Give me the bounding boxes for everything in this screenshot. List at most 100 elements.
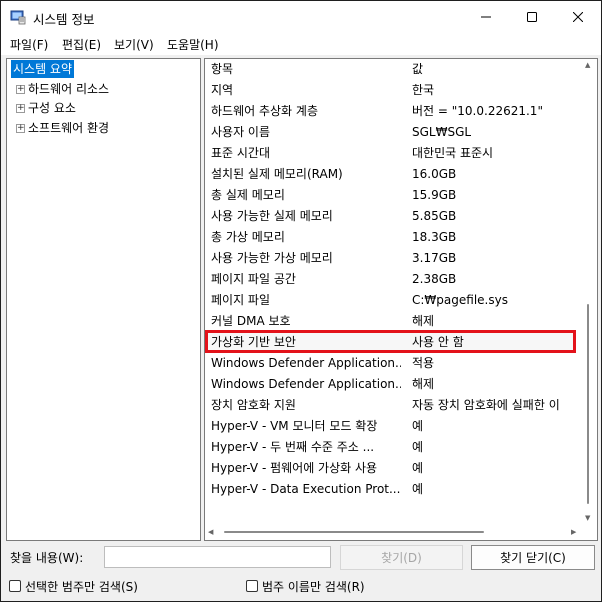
details-list[interactable]: 항목 값 지역 한국 하드웨어 추상화 계층 버전 = "10.0.22621.… [204, 58, 598, 541]
row-item: Hyper-V - 펌웨어에 가상화 사용 [211, 461, 378, 475]
table-row[interactable]: 페이지 파일 공간 2.38GB [205, 269, 579, 290]
horizontal-scrollbar[interactable]: ◀ ▶ [205, 524, 581, 539]
menu-bar: 파일(F) 편집(E) 보기(V) 도움말(H) [1, 33, 601, 55]
scroll-up-arrow-icon[interactable]: ▲ [585, 61, 590, 69]
row-value: 적용 [412, 356, 435, 370]
tree-item-label: 시스템 요약 [11, 60, 75, 78]
table-row[interactable]: 페이지 파일 C:₩pagefile.sys [205, 290, 579, 311]
row-value: 3.17GB [412, 251, 457, 265]
row-item: 페이지 파일 [211, 293, 271, 307]
row-item: 사용자 이름 [211, 125, 271, 139]
table-row[interactable]: 하드웨어 추상화 계층 버전 = "10.0.22621.1" [205, 101, 579, 122]
horizontal-scroll-thumb[interactable] [224, 531, 484, 533]
menu-view[interactable]: 보기(V) [114, 36, 154, 53]
row-item: 사용 가능한 실제 메모리 [211, 209, 333, 223]
checkbox-label: 범주 이름만 검색(R) [262, 580, 365, 594]
row-item: Hyper-V - Data Execution Prot... [211, 482, 401, 496]
tree-item-label: 구성 요소 [28, 101, 76, 115]
scroll-down-arrow-icon[interactable]: ▼ [585, 514, 590, 522]
find-input[interactable] [104, 546, 331, 568]
table-row[interactable]: 커널 DMA 보호 해제 [205, 311, 579, 332]
table-row[interactable]: 사용자 이름 SGL₩SGL [205, 122, 579, 143]
menu-file[interactable]: 파일(F) [10, 36, 48, 53]
table-row[interactable]: Windows Defender Application... 적용 [205, 353, 579, 374]
row-value: 자동 장치 암호화에 실패한 이 [412, 398, 560, 412]
checkbox-label: 선택한 범주만 검색(S) [25, 580, 138, 594]
row-value: 예 [412, 482, 424, 496]
row-item: 장치 암호화 지원 [211, 398, 296, 412]
table-row[interactable]: Hyper-V - Data Execution Prot... 예 [205, 479, 579, 500]
expand-plus-icon[interactable]: + [16, 85, 25, 94]
column-header-item[interactable]: 항목 [211, 59, 401, 80]
row-item: Hyper-V - VM 모니터 모드 확장 [211, 419, 378, 433]
table-row[interactable]: 사용 가능한 가상 메모리 3.17GB [205, 248, 579, 269]
search-category-names-checkbox[interactable] [246, 580, 258, 592]
row-item: 설치된 실제 메모리(RAM) [211, 167, 343, 181]
row-item: 표준 시간대 [211, 146, 271, 160]
row-value: 예 [412, 440, 424, 454]
table-row[interactable]: Hyper-V - 두 번째 수준 주소 ... 예 [205, 437, 579, 458]
column-header-value[interactable]: 값 [412, 59, 582, 80]
vertical-scrollbar[interactable]: ▲ ▼ [581, 59, 596, 524]
row-value: 한국 [412, 83, 435, 97]
row-item: 커널 DMA 보호 [211, 314, 291, 328]
row-value: 16.0GB [412, 167, 457, 181]
row-value: 버전 = "10.0.22621.1" [412, 104, 543, 118]
row-value: 2.38GB [412, 272, 457, 286]
category-tree[interactable]: 시스템 요약 + 하드웨어 리소스 + 구성 요소 + 소프트웨어 환경 [6, 58, 201, 541]
row-value: 해제 [412, 377, 435, 391]
table-row[interactable]: 사용 가능한 실제 메모리 5.85GB [205, 206, 579, 227]
system-info-app-icon [10, 9, 26, 25]
row-item: 가상화 기반 보안 [211, 335, 296, 349]
table-row[interactable]: 장치 암호화 지원 자동 장치 암호화에 실패한 이 [205, 395, 579, 416]
vertical-scroll-thumb[interactable] [587, 304, 589, 504]
row-item: 총 가상 메모리 [211, 230, 285, 244]
row-value: 예 [412, 461, 424, 475]
row-value: SGL₩SGL [412, 125, 472, 139]
scroll-right-arrow-icon[interactable]: ▶ [571, 528, 576, 536]
close-find-button[interactable]: 찾기 닫기(C) [471, 545, 595, 570]
row-item: 총 실제 메모리 [211, 188, 285, 202]
find-button[interactable]: 찾기(D) [340, 545, 463, 570]
row-item: 사용 가능한 가상 메모리 [211, 251, 333, 265]
row-item: 지역 [211, 83, 234, 97]
row-value: 18.3GB [412, 230, 457, 244]
table-row[interactable]: Hyper-V - 펌웨어에 가상화 사용 예 [205, 458, 579, 479]
expand-plus-icon[interactable]: + [16, 124, 25, 133]
row-item: Hyper-V - 두 번째 수준 주소 ... [211, 440, 375, 454]
maximize-icon [527, 12, 537, 22]
title-bar: 시스템 정보 [1, 1, 601, 33]
close-icon [573, 12, 583, 22]
menu-help[interactable]: 도움말(H) [167, 36, 219, 53]
system-info-window: 시스템 정보 파일(F) 편집(E) 보기(V) 도움말(H) 시스템 요약 +… [0, 0, 602, 602]
row-value: C:₩pagefile.sys [412, 293, 508, 307]
table-row[interactable]: 표준 시간대 대한민국 표준시 [205, 143, 579, 164]
expand-plus-icon[interactable]: + [16, 104, 25, 113]
table-row[interactable]: Windows Defender Application... 해제 [205, 374, 579, 395]
row-value: 5.85GB [412, 209, 457, 223]
window-title: 시스템 정보 [33, 12, 95, 27]
minimize-icon [481, 16, 491, 18]
table-row[interactable]: 총 가상 메모리 18.3GB [205, 227, 579, 248]
scroll-left-arrow-icon[interactable]: ◀ [208, 528, 213, 536]
row-value: 15.9GB [412, 188, 457, 202]
table-row[interactable]: Hyper-V - VM 모니터 모드 확장 예 [205, 416, 579, 437]
row-item: 페이지 파일 공간 [211, 272, 296, 286]
search-selected-category-checkbox[interactable] [9, 580, 21, 592]
row-item: 하드웨어 추상화 계층 [211, 104, 318, 118]
row-value: 사용 안 함 [412, 335, 464, 349]
row-item: Windows Defender Application... [211, 356, 401, 370]
table-row[interactable]: 총 실제 메모리 15.9GB [205, 185, 579, 206]
minimize-button[interactable] [463, 1, 509, 33]
table-row[interactable]: 지역 한국 [205, 80, 579, 101]
close-button[interactable] [555, 1, 601, 33]
row-item: Windows Defender Application... [211, 377, 401, 391]
table-row-highlighted[interactable]: 가상화 기반 보안 사용 안 함 [205, 332, 579, 353]
table-header: 항목 값 [205, 59, 579, 80]
maximize-button[interactable] [509, 1, 555, 33]
tree-item-label: 하드웨어 리소스 [28, 82, 110, 96]
tree-item-label: 소프트웨어 환경 [28, 121, 110, 135]
table-row[interactable]: 설치된 실제 메모리(RAM) 16.0GB [205, 164, 579, 185]
row-value: 예 [412, 419, 424, 433]
menu-edit[interactable]: 편집(E) [62, 36, 101, 53]
